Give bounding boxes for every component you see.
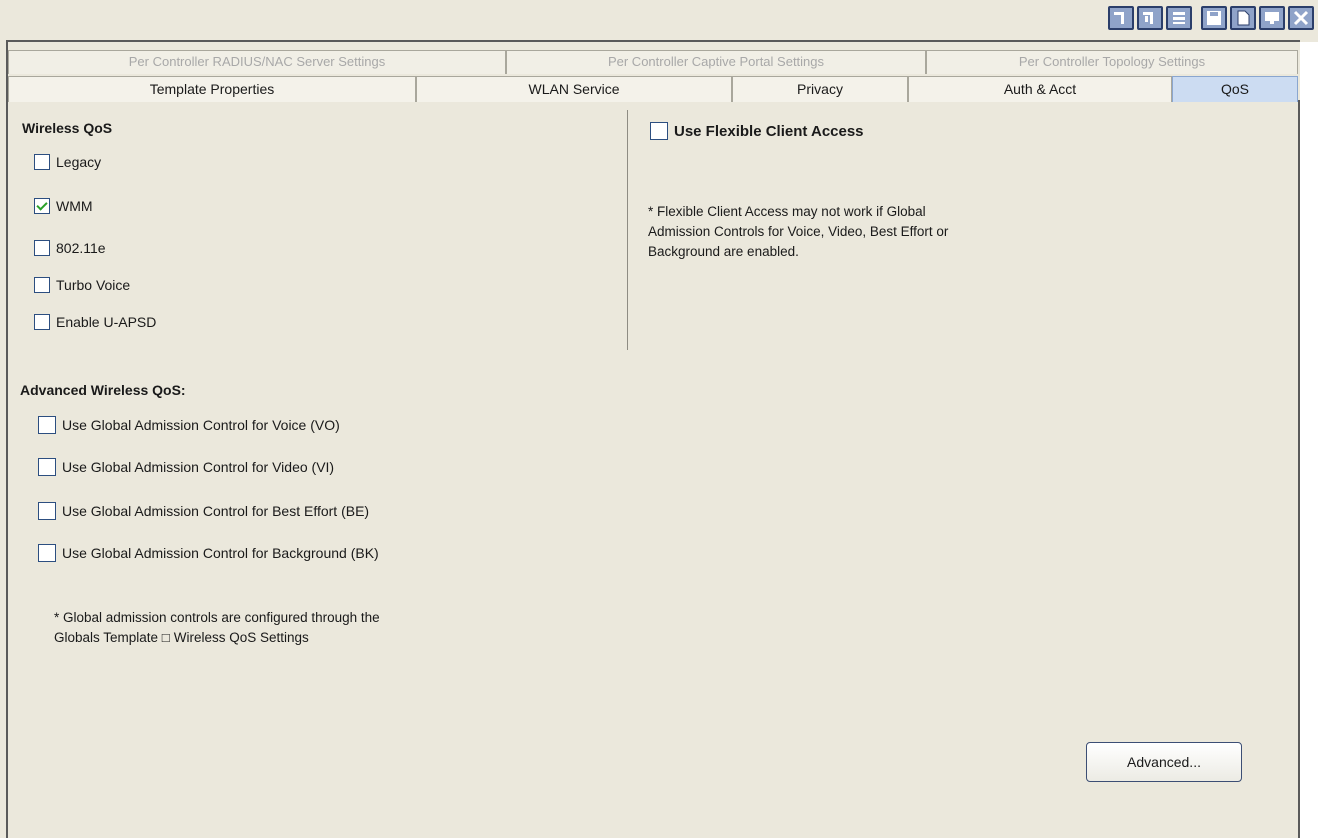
frame-top-border bbox=[6, 40, 1300, 42]
gac-video-label: Use Global Admission Control for Video (… bbox=[62, 459, 335, 475]
turbo-voice-option[interactable]: Turbo Voice bbox=[34, 277, 130, 293]
tab-topology-settings[interactable]: Per Controller Topology Settings bbox=[926, 50, 1298, 74]
gac-video-checkbox[interactable] bbox=[38, 458, 56, 476]
window: { "toolbar": { "buttons": [ {"name": "re… bbox=[0, 0, 1318, 838]
right-gutter bbox=[1300, 42, 1318, 838]
tab-wlan-service[interactable]: WLAN Service bbox=[416, 76, 732, 102]
gac-video-option[interactable]: Use Global Admission Control for Video (… bbox=[38, 458, 334, 476]
tab-row-main: Template Properties WLAN Service Privacy… bbox=[8, 76, 1298, 102]
tab-captive-portal-settings[interactable]: Per Controller Captive Portal Settings bbox=[506, 50, 926, 74]
turbo-voice-label: Turbo Voice bbox=[56, 277, 131, 293]
tab-row-controller: Per Controller RADIUS/NAC Server Setting… bbox=[8, 50, 1298, 74]
gac-background-option[interactable]: Use Global Admission Control for Backgro… bbox=[38, 544, 379, 562]
advanced-button[interactable]: Advanced... bbox=[1086, 742, 1242, 782]
tab-qos[interactable]: QoS bbox=[1172, 76, 1298, 102]
flexible-client-access-option[interactable]: Use Flexible Client Access bbox=[650, 122, 864, 140]
tab-privacy[interactable]: Privacy bbox=[732, 76, 908, 102]
qos-panel: Wireless QoS Legacy WMM 802.11e Turbo Vo… bbox=[8, 102, 1298, 838]
80211e-checkbox[interactable] bbox=[34, 240, 50, 256]
flexible-note-line: Background are enabled. bbox=[648, 244, 799, 259]
80211e-label: 802.11e bbox=[56, 240, 106, 256]
80211e-option[interactable]: 802.11e bbox=[34, 240, 106, 256]
gac-best-effort-option[interactable]: Use Global Admission Control for Best Ef… bbox=[38, 502, 369, 520]
gac-voice-checkbox[interactable] bbox=[38, 416, 56, 434]
u-apsd-checkbox[interactable] bbox=[34, 314, 50, 330]
legacy-label: Legacy bbox=[56, 154, 102, 170]
flexible-client-access-checkbox[interactable] bbox=[650, 122, 668, 140]
toolbar bbox=[1108, 6, 1314, 34]
gac-voice-option[interactable]: Use Global Admission Control for Voice (… bbox=[38, 416, 340, 434]
legacy-option[interactable]: Legacy bbox=[34, 154, 101, 170]
close-icon[interactable] bbox=[1288, 6, 1314, 30]
tab-auth-acct[interactable]: Auth & Acct bbox=[908, 76, 1172, 102]
flexible-access-note: * Flexible Client Access may not work if… bbox=[648, 202, 948, 262]
gac-best-effort-checkbox[interactable] bbox=[38, 502, 56, 520]
save-icon[interactable] bbox=[1201, 6, 1227, 30]
wmm-label: WMM bbox=[56, 198, 93, 214]
global-note-line: * Global admission controls are configur… bbox=[54, 610, 380, 625]
restore-left-icon[interactable] bbox=[1108, 6, 1134, 30]
gac-background-checkbox[interactable] bbox=[38, 544, 56, 562]
gac-background-label: Use Global Admission Control for Backgro… bbox=[62, 545, 379, 561]
wmm-checkbox[interactable] bbox=[34, 198, 50, 214]
wireless-qos-title: Wireless QoS bbox=[22, 120, 113, 136]
monitor-icon[interactable] bbox=[1259, 6, 1285, 30]
u-apsd-label: Enable U-APSD bbox=[56, 314, 157, 330]
tab-radius-nac-settings[interactable]: Per Controller RADIUS/NAC Server Setting… bbox=[8, 50, 506, 74]
global-note-line: Globals Template □ Wireless QoS Settings bbox=[54, 630, 309, 645]
new-document-icon[interactable] bbox=[1230, 6, 1256, 30]
column-divider bbox=[627, 110, 628, 350]
wmm-option[interactable]: WMM bbox=[34, 198, 93, 214]
stack-icon[interactable] bbox=[1166, 6, 1192, 30]
tab-template-properties[interactable]: Template Properties bbox=[8, 76, 416, 102]
flexible-note-line: * Flexible Client Access may not work if… bbox=[648, 204, 926, 219]
flexible-note-line: Admission Controls for Voice, Video, Bes… bbox=[648, 224, 949, 239]
advanced-wireless-qos-title: Advanced Wireless QoS: bbox=[20, 382, 186, 398]
global-admission-note: * Global admission controls are configur… bbox=[54, 608, 380, 648]
turbo-voice-checkbox[interactable] bbox=[34, 277, 50, 293]
flexible-client-access-label: Use Flexible Client Access bbox=[674, 122, 864, 140]
gac-voice-label: Use Global Admission Control for Voice (… bbox=[62, 417, 340, 433]
u-apsd-option[interactable]: Enable U-APSD bbox=[34, 314, 156, 330]
legacy-checkbox[interactable] bbox=[34, 154, 50, 170]
restore-right-icon[interactable] bbox=[1137, 6, 1163, 30]
gac-best-effort-label: Use Global Admission Control for Best Ef… bbox=[62, 503, 370, 519]
